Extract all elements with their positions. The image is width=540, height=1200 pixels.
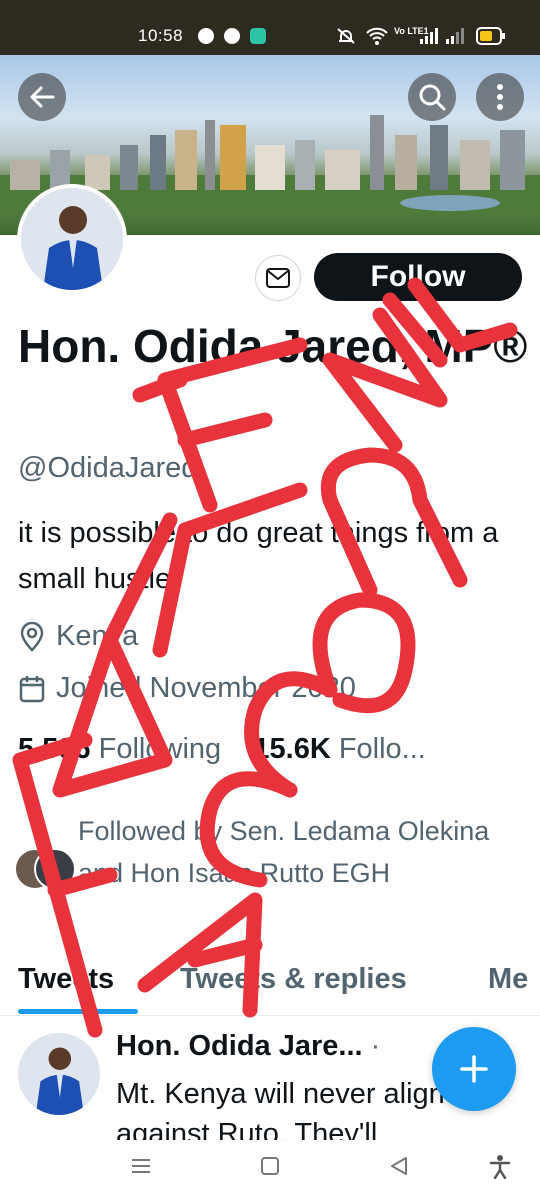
profile-handle: @OdidaJared	[18, 452, 198, 484]
more-options-button[interactable]	[476, 73, 524, 121]
envelope-icon	[266, 268, 290, 288]
joined-text: Joined November 2020	[56, 672, 356, 704]
arrow-left-icon	[30, 86, 55, 108]
tweet-author-name: Hon. Odida Jare...	[116, 1030, 363, 1062]
followers-count: 15.6K	[253, 733, 331, 765]
search-button[interactable]	[408, 73, 456, 121]
tab-media[interactable]: Me	[488, 963, 528, 996]
tab-tweets[interactable]: Tweets	[18, 963, 114, 996]
calendar-icon	[19, 675, 45, 702]
location-text: Kenya	[56, 620, 139, 652]
profile-name: Hon. Odida Jared, MP®	[18, 320, 528, 372]
tweet-separator: ·	[370, 1030, 381, 1062]
profile-bio: it is possible to do great things from a…	[18, 517, 499, 595]
followers-link[interactable]: 15.6K Follo...	[253, 733, 425, 765]
battery-icon	[476, 27, 505, 45]
profile-location: Kenya	[18, 620, 138, 653]
tab-tweets-replies[interactable]: Tweets & replies	[180, 963, 407, 996]
person-portrait-icon	[21, 188, 123, 290]
status-time: 10:58	[138, 26, 184, 45]
back-nav-icon[interactable]	[388, 1155, 410, 1177]
followers-label: Follo...	[338, 733, 426, 765]
search-icon	[419, 84, 446, 111]
wifi-icon	[366, 27, 388, 45]
followed-by-text[interactable]: Followed by Sen. Ledama Olekina and Hon …	[78, 810, 518, 894]
tweet-avatar[interactable]	[18, 1033, 100, 1115]
profile-tabs: Tweets Tweets & replies Me	[0, 955, 540, 1016]
follow-counts: 5,596 Following 15.6K Follo...	[18, 733, 426, 766]
home-icon[interactable]	[259, 1155, 281, 1177]
facebook-icon	[224, 28, 240, 44]
recent-apps-icon[interactable]	[130, 1155, 152, 1177]
more-vertical-icon	[497, 84, 503, 110]
facebook-icon	[198, 28, 214, 44]
following-count: 5,596	[18, 733, 91, 765]
follow-button[interactable]: Follow	[314, 253, 522, 301]
accessibility-icon[interactable]	[489, 1155, 511, 1179]
tweet-author[interactable]: Hon. Odida Jare... ·	[116, 1030, 380, 1063]
compose-tweet-button[interactable]	[432, 1027, 516, 1111]
signal-icon	[420, 28, 438, 44]
profile-avatar[interactable]	[17, 184, 127, 294]
location-pin-icon	[20, 621, 44, 652]
avatar	[34, 848, 76, 890]
mute-icon	[337, 28, 355, 44]
back-button[interactable]	[18, 73, 66, 121]
avatar-photo	[21, 188, 123, 290]
message-button[interactable]	[255, 255, 301, 301]
following-label: Following	[98, 733, 222, 765]
followed-by-avatars	[14, 848, 76, 890]
following-link[interactable]: 5,596 Following	[18, 733, 221, 765]
person-portrait-icon	[18, 1033, 100, 1115]
profile-joined: Joined November 2020	[18, 672, 356, 705]
app-notification-icon	[250, 28, 266, 44]
plus-icon	[460, 1055, 488, 1083]
active-tab-indicator	[18, 1009, 138, 1014]
status-bar: 10:58 Vo LTE1	[0, 0, 540, 55]
watermark-lettering	[12, 277, 518, 1038]
signal-icon-2	[446, 28, 464, 44]
